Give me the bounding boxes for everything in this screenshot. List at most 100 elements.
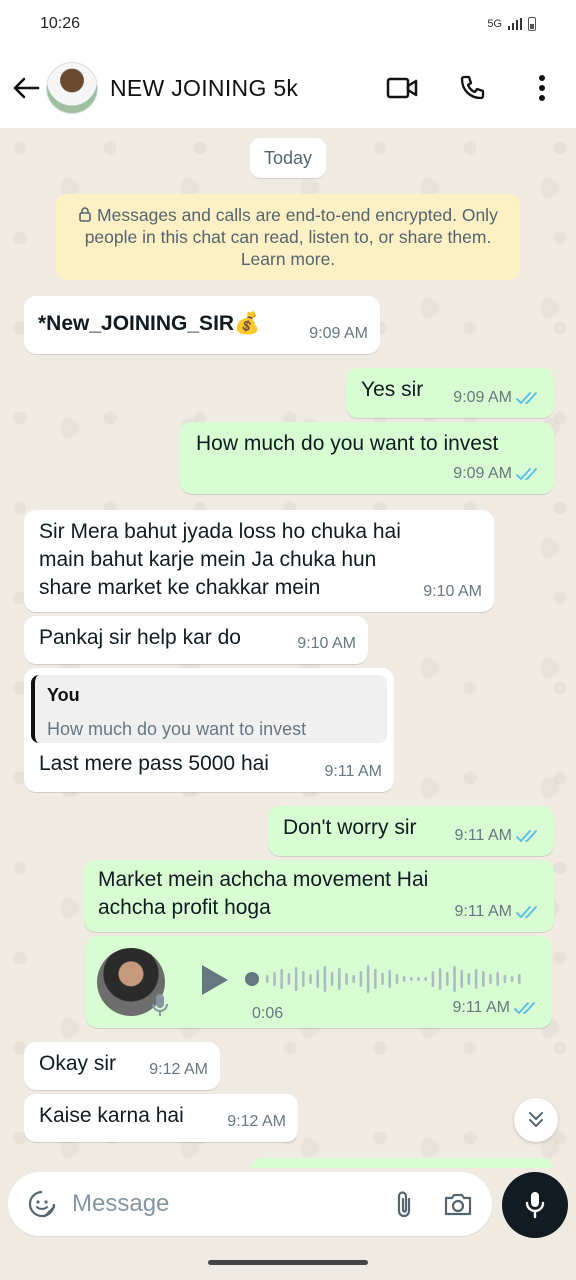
read-ticks-icon (516, 392, 537, 405)
waveform-bar (345, 973, 348, 985)
video-camera-icon (386, 77, 418, 99)
waveform-bar (417, 977, 420, 981)
message-time: 9:10 AM (423, 583, 482, 600)
sticker-icon (28, 1190, 56, 1218)
chat-title[interactable]: NEW JOINING 5k (110, 75, 298, 102)
message-input[interactable]: Message (72, 1190, 384, 1218)
chat-messages-area[interactable]: Today Messages and calls are end-to-end … (0, 128, 576, 1168)
waveform-bar (489, 974, 492, 984)
message-text: Last mere pass 5000 hai (39, 752, 269, 775)
waveform-bar (273, 972, 276, 986)
chat-header: NEW JOINING 5k (0, 48, 576, 128)
waveform-bar (402, 976, 406, 982)
camera-icon (444, 1193, 472, 1216)
waveform-bar (467, 973, 471, 985)
waveform-bar (359, 971, 363, 987)
message-bubble[interactable]: You How much do you want to invest Last … (24, 668, 394, 792)
message-text: Market mein achcha movement Hai achcha p… (98, 868, 429, 919)
status-icons: 5G (487, 17, 536, 31)
waveform-bar (395, 974, 399, 984)
waveform-bar (474, 969, 478, 989)
waveform-bar (352, 975, 355, 983)
message-bubble[interactable]: Sir Mera bahut jyada loss ho chuka hai m… (24, 510, 494, 612)
message-bubble[interactable]: How much do you want to invest 9:09 AM (180, 422, 554, 494)
message-time: 9:09 AM (453, 465, 512, 482)
message-time: 9:11 AM (452, 999, 510, 1016)
waveform-bar (438, 968, 442, 990)
message-text: Don't worry sir (283, 816, 417, 839)
waveform-bar (518, 974, 521, 984)
message-text: How much do you want to invest (196, 432, 499, 455)
scroll-to-bottom-button[interactable] (514, 1098, 558, 1142)
waveform-bar (330, 972, 334, 986)
message-text: *New_JOINING_SIR💰 (38, 312, 261, 335)
more-options-button[interactable] (522, 68, 562, 108)
quoted-message[interactable]: You How much do you want to invest (31, 675, 387, 743)
signal-icon (508, 18, 522, 30)
audio-waveform[interactable] (244, 962, 534, 996)
encryption-notice-text: Messages and calls are end-to-end encryp… (84, 205, 498, 269)
camera-button[interactable] (438, 1184, 478, 1224)
video-call-button[interactable] (382, 68, 422, 108)
message-time: 9:12 AM (227, 1113, 286, 1130)
message-time: 9:11 AM (454, 903, 512, 920)
quoted-text: How much do you want to invest (47, 719, 307, 739)
message-time: 9:09 AM (453, 389, 512, 406)
back-button[interactable] (6, 68, 46, 108)
voice-record-button[interactable] (502, 1172, 568, 1238)
playhead (245, 972, 259, 986)
double-chevron-down-icon (529, 1112, 543, 1127)
microphone-icon (525, 1192, 545, 1219)
phone-icon (460, 75, 485, 100)
encryption-notice[interactable]: Messages and calls are end-to-end encryp… (56, 194, 520, 280)
message-bubble-partial[interactable] (250, 1158, 554, 1168)
date-chip: Today (250, 138, 326, 178)
waveform-bar (294, 967, 298, 991)
message-input-container[interactable]: Message (8, 1172, 492, 1236)
message-text: Yes sir (361, 378, 424, 401)
paperclip-icon (397, 1191, 411, 1218)
voice-message-bubble[interactable]: 0:06 9:11 AM (86, 936, 552, 1028)
message-bubble[interactable]: Don't worry sir 9:11 AM (268, 806, 554, 856)
voice-call-button[interactable] (452, 68, 492, 108)
microphone-icon (152, 994, 168, 1016)
voice-duration: 0:06 (252, 1005, 284, 1022)
play-icon[interactable] (196, 962, 232, 998)
status-time: 10:26 (40, 15, 81, 32)
waveform-bar (503, 975, 507, 983)
battery-icon (528, 17, 536, 31)
attach-button[interactable] (384, 1184, 424, 1224)
message-time: 9:11 AM (454, 827, 512, 844)
waveform-bar (287, 973, 291, 985)
home-indicator[interactable] (208, 1260, 368, 1265)
waveform-bar (366, 965, 370, 993)
waveform-bar (410, 977, 413, 981)
message-time: 9:09 AM (309, 325, 368, 342)
more-vertical-icon (539, 75, 545, 101)
message-bubble[interactable]: Market mein achcha movement Hai achcha p… (84, 860, 554, 932)
contact-avatar[interactable] (46, 62, 98, 114)
message-text: Kaise karna hai (39, 1104, 184, 1127)
message-text: Okay sir (39, 1052, 117, 1075)
waveform-bar (460, 970, 463, 988)
sticker-button[interactable] (20, 1182, 64, 1226)
message-bubble[interactable]: Kaise karna hai 9:12 AM (24, 1094, 298, 1142)
message-text: Pankaj sir help kar do (39, 626, 241, 649)
message-bubble[interactable]: *New_JOINING_SIR💰 9:09 AM (24, 296, 380, 354)
message-bubble[interactable]: Okay sir 9:12 AM (24, 1042, 220, 1090)
read-ticks-icon (516, 468, 537, 481)
waveform-bar (424, 977, 427, 981)
waveform-bar (453, 966, 456, 992)
waveform-bar (496, 972, 499, 986)
message-time: 9:11 AM (324, 763, 382, 780)
quoted-author: You (47, 685, 80, 705)
message-time: 9:10 AM (297, 635, 356, 652)
waveform-bar (338, 968, 341, 990)
message-bubble[interactable]: Yes sir 9:09 AM (346, 368, 554, 418)
arrow-left-icon (13, 77, 40, 99)
waveform-bar (280, 969, 283, 989)
waveform-bar (510, 976, 514, 982)
message-composer: Message (0, 1168, 576, 1240)
waveform-bar (388, 970, 391, 988)
message-bubble[interactable]: Pankaj sir help kar do 9:10 AM (24, 616, 368, 664)
